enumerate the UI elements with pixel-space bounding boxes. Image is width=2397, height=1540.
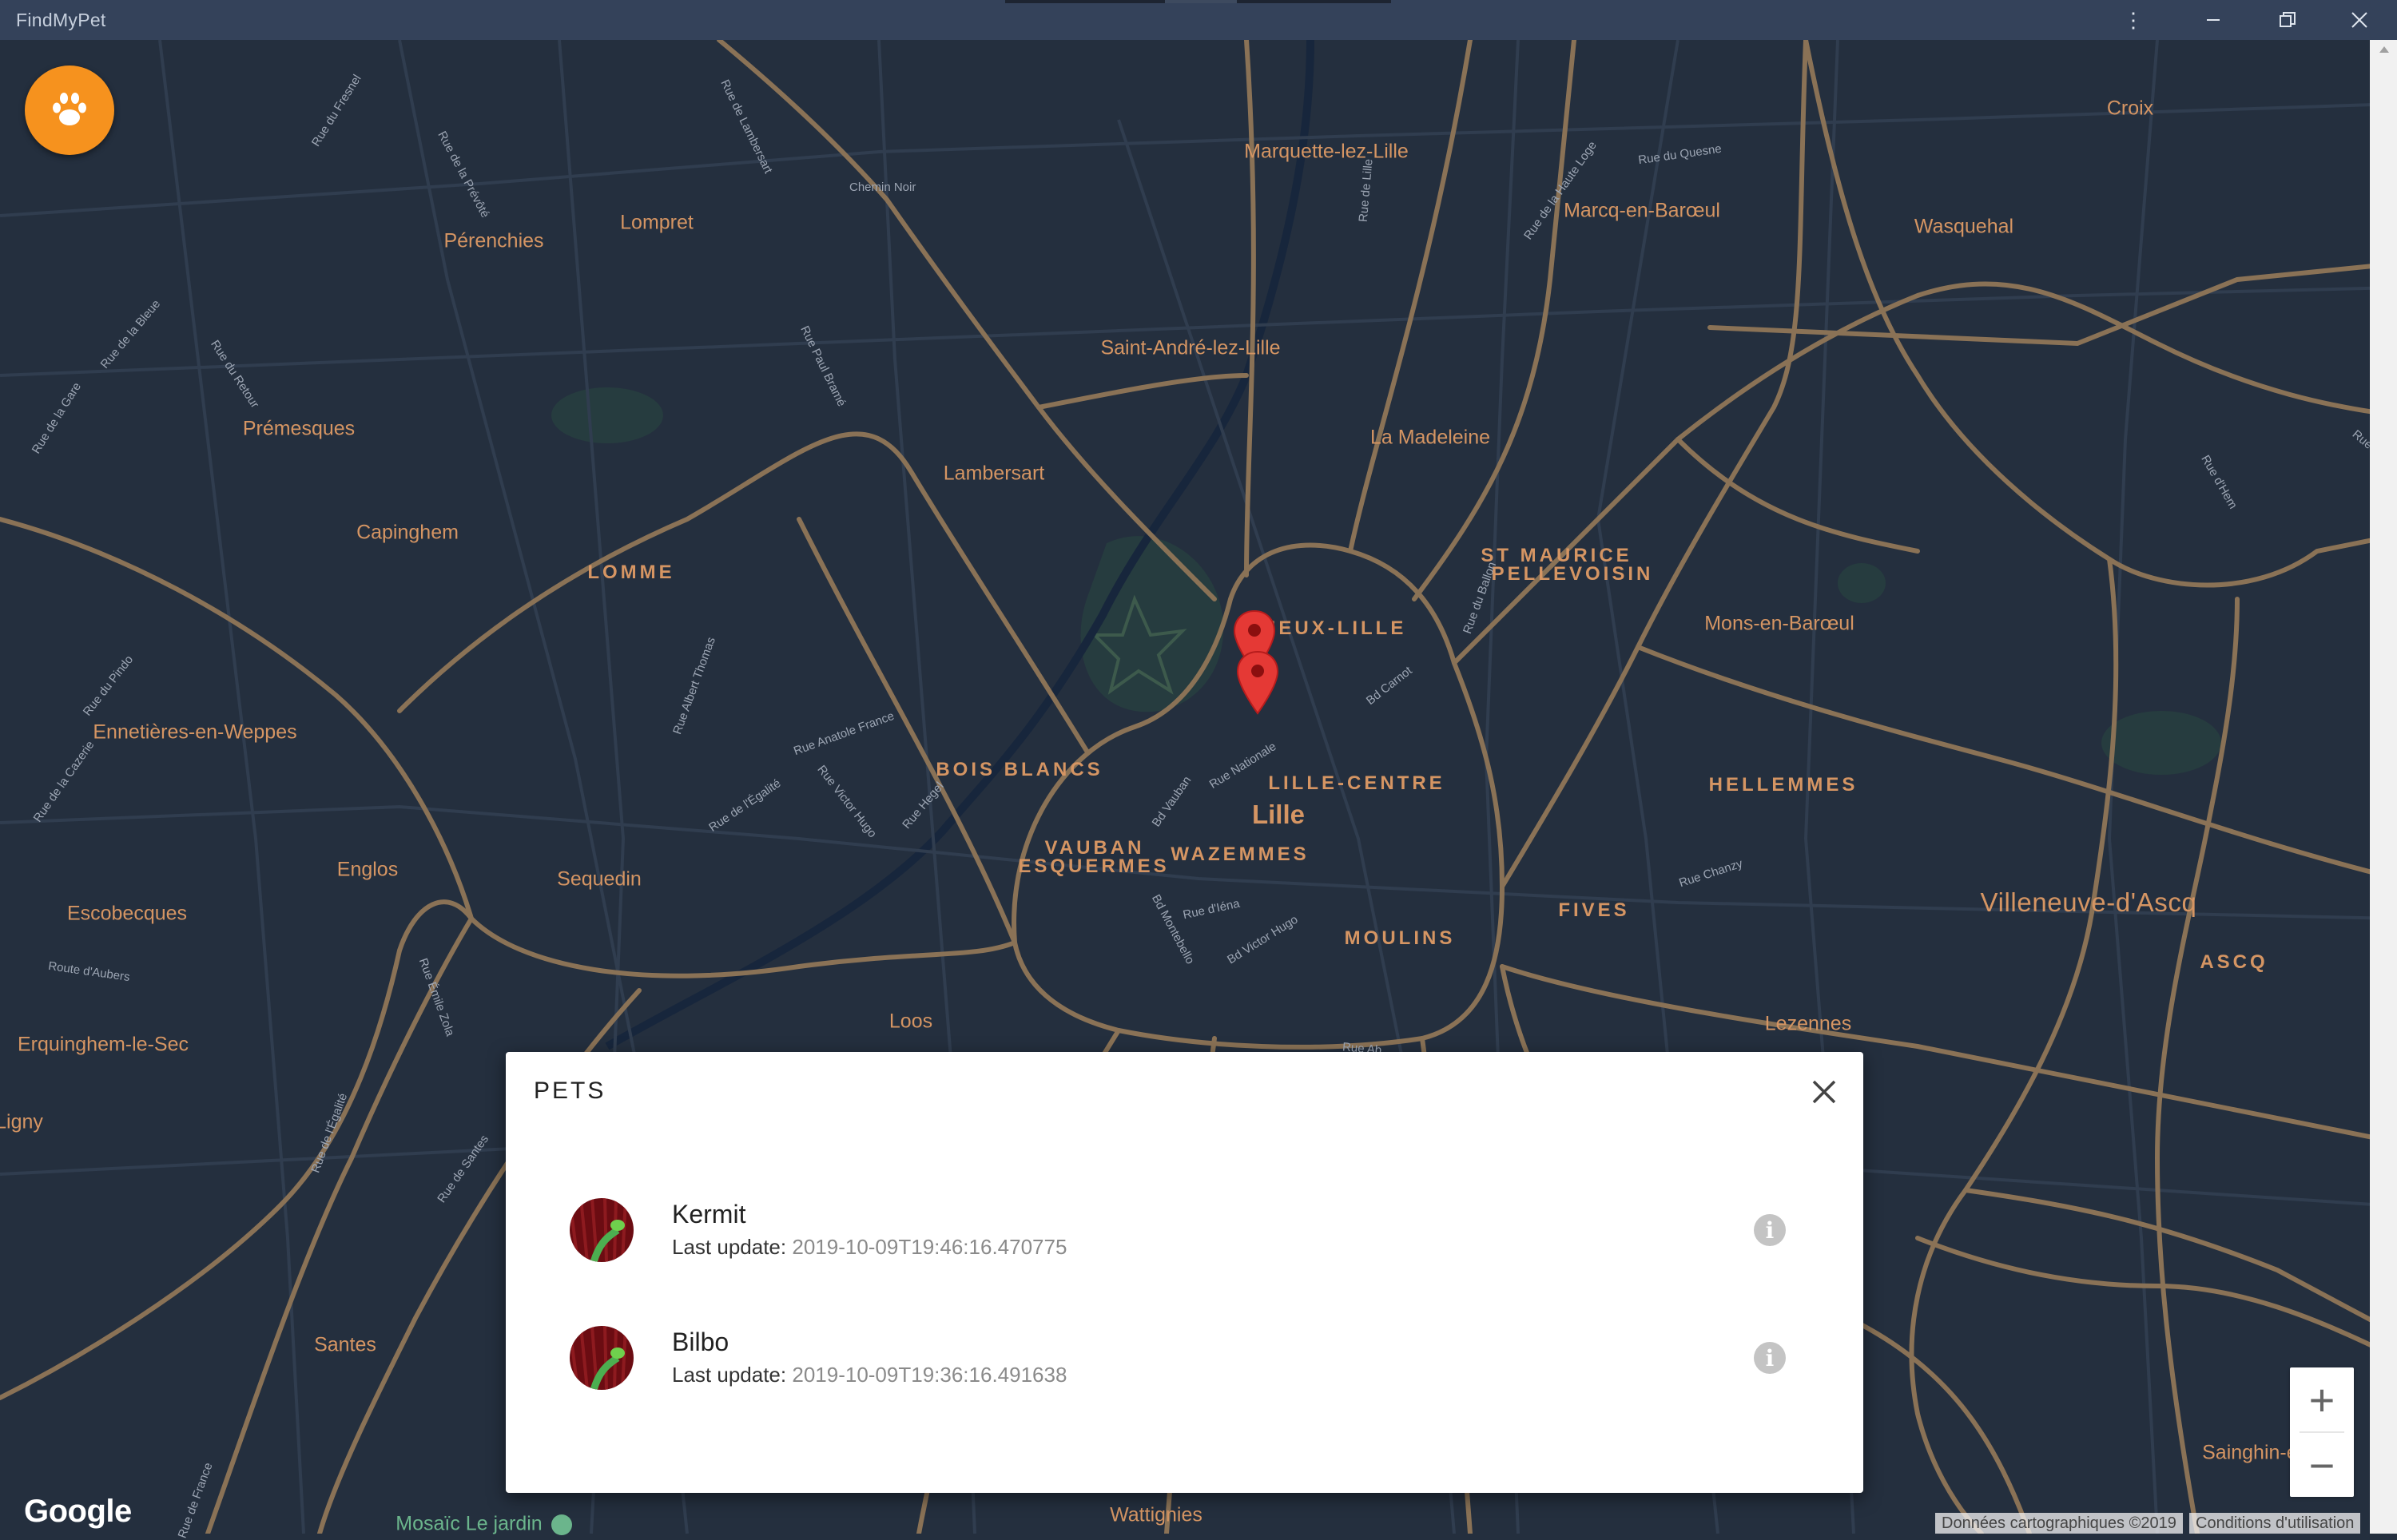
place-label: Erquinghem-le-Sec [18, 1033, 189, 1056]
place-label: Marcq-en-Barœul [1564, 199, 1720, 222]
place-label: Pérenchies [443, 229, 544, 252]
district-label: ESQUERMES [1018, 855, 1170, 877]
place-label: Ligny [0, 1110, 43, 1133]
place-label: Croix [2106, 97, 2154, 120]
place-label: Englos [336, 858, 399, 881]
pet-avatar [570, 1326, 634, 1390]
window-title: FindMyPet [16, 10, 106, 30]
poi-label: Mosaïc Le jardin [396, 1512, 543, 1535]
district-label: ASCQ [2200, 951, 2268, 973]
window-titlebar: FindMyPet ⋮ [0, 0, 2397, 40]
zoom-in-button[interactable]: + [2290, 1367, 2354, 1431]
zoom-out-button[interactable]: − [2290, 1433, 2354, 1497]
pet-list-item[interactable]: Kermit Last update: 2019-10-09T19:46:16.… [506, 1174, 1863, 1286]
google-logo[interactable]: Google [24, 1494, 132, 1530]
window-close-icon[interactable] [2323, 0, 2395, 40]
zoom-controls: + − [2290, 1367, 2354, 1497]
pet-avatar [570, 1198, 634, 1262]
drag-handle-right[interactable] [1237, 0, 1391, 3]
place-label: Ennetières-en-Weppes [93, 720, 297, 744]
pet-last-update: Last update: 2019-10-09T19:46:16.470775 [672, 1235, 1067, 1260]
map-pin-icon[interactable] [1234, 649, 1282, 721]
place-label: Escobecques [66, 902, 188, 925]
district-label: HELLEMMES [1708, 774, 1858, 796]
place-label: Mons-en-Barœul [1704, 612, 1854, 635]
place-label: Marquette-lez-Lille [1244, 140, 1409, 163]
paw-icon [53, 93, 86, 125]
minimize-icon[interactable] [2177, 0, 2249, 40]
place-label: Santes [314, 1333, 376, 1356]
street-label: Chemin Noir [849, 181, 916, 194]
drag-handle[interactable] [1005, 0, 1165, 3]
district-label: LOMME [587, 562, 675, 583]
place-label: Wasquehal [1914, 215, 2014, 238]
city-label-lille: Lille [1251, 800, 1306, 829]
last-update-value: 2019-10-09T19:46:16.470775 [792, 1235, 1067, 1259]
place-label: Sequedin [557, 867, 642, 891]
drag-handle-mid[interactable] [1165, 0, 1237, 3]
place-label: Lezennes [1764, 1012, 1852, 1035]
last-update-label: Last update: [672, 1363, 787, 1387]
city-label: Villeneuve-d'Ascq [1980, 887, 2197, 917]
place-label: Lambersart [943, 462, 1045, 485]
dialog-title: PETS [534, 1078, 606, 1104]
close-icon[interactable] [1800, 1068, 1848, 1116]
district-label: PELLEVOISIN [1491, 563, 1654, 585]
last-update-label: Last update: [672, 1235, 787, 1259]
poi-icon [551, 1514, 572, 1535]
place-label: Prémesques [242, 417, 356, 440]
place-label: Capinghem [356, 521, 459, 544]
terms-link[interactable]: Conditions d'utilisation [2189, 1513, 2361, 1534]
scroll-up-icon[interactable] [2379, 46, 2389, 53]
district-label: LILLE-CENTRE [1268, 772, 1445, 794]
place-label: Lompret [620, 211, 694, 234]
pet-name: Bilbo [672, 1328, 729, 1356]
map-data-attribution[interactable]: Données cartographiques ©2019 [1935, 1513, 2183, 1534]
info-icon[interactable]: i [1754, 1214, 1786, 1246]
pet-name: Kermit [672, 1200, 746, 1228]
place-label: Saint-André-lez-Lille [1100, 336, 1281, 359]
district-label: WAZEMMES [1171, 843, 1310, 865]
district-label: MOULINS [1344, 927, 1456, 949]
pets-dialog: PETS Kermit Last update: 2019-10-09T19:4… [506, 1052, 1863, 1493]
info-icon[interactable]: i [1754, 1342, 1786, 1374]
scrollbar[interactable] [2370, 40, 2397, 1534]
pet-last-update: Last update: 2019-10-09T19:36:16.491638 [672, 1363, 1067, 1387]
district-label: FIVES [1558, 899, 1630, 921]
pets-fab-button[interactable] [25, 65, 114, 155]
place-label: Loos [888, 1010, 933, 1033]
district-label: BOIS BLANCS [936, 759, 1103, 780]
restore-icon[interactable] [2252, 0, 2323, 40]
place-label: La Madeleine [1369, 426, 1491, 449]
more-vert-icon[interactable]: ⋮ [2097, 0, 2169, 40]
place-label: Wattignies [1110, 1503, 1202, 1526]
last-update-value: 2019-10-09T19:36:16.491638 [792, 1363, 1067, 1387]
pet-list-item[interactable]: Bilbo Last update: 2019-10-09T19:36:16.4… [506, 1302, 1863, 1414]
